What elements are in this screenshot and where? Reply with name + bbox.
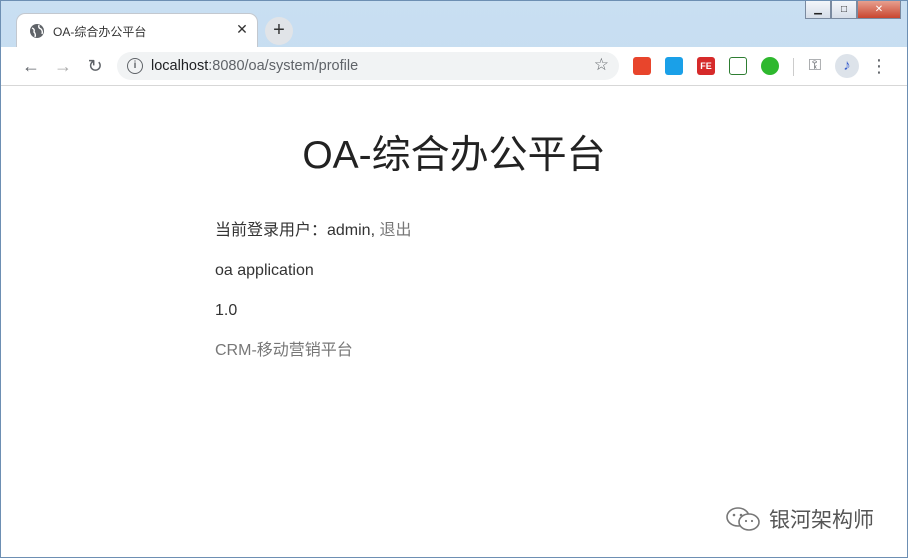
watermark: 银河架构师 xyxy=(725,504,874,534)
fe-extension-icon[interactable]: FE xyxy=(697,57,715,75)
new-tab-button[interactable]: + xyxy=(265,17,293,45)
crm-link[interactable]: CRM-移动营销平台 xyxy=(215,342,353,359)
crm-link-line: CRM-移动营销平台 xyxy=(215,340,412,380)
profile-content: 当前登录用户：admin, 退出 oa application 1.0 CRM-… xyxy=(215,220,412,380)
app-name: oa application xyxy=(215,262,314,279)
tab-title: OA-综合办公平台 xyxy=(53,25,147,39)
page-title: OA-综合办公平台 xyxy=(302,134,606,177)
address-bar[interactable]: i localhost:8080/oa/system/profile ☆ xyxy=(117,52,619,80)
tab-strip: OA-综合办公平台 ✕ + ▁ □ ✕ xyxy=(1,1,907,47)
profile-avatar-icon[interactable]: ♪ xyxy=(835,54,859,78)
current-user-line: 当前登录用户：admin, 退出 xyxy=(215,220,412,260)
close-tab-icon[interactable]: ✕ xyxy=(233,20,251,38)
back-button[interactable]: ← xyxy=(19,54,43,78)
menu-icon[interactable]: ⋮ xyxy=(867,54,891,78)
logout-link[interactable]: 退出 xyxy=(379,222,411,239)
key-icon[interactable]: ⚿ xyxy=(803,54,827,78)
globe-icon xyxy=(30,24,44,38)
graph-extension-icon[interactable] xyxy=(729,57,747,75)
mixer-extension-icon[interactable] xyxy=(665,57,683,75)
current-user-label: 当前登录用户：admin, xyxy=(215,222,376,239)
tab-active[interactable]: OA-综合办公平台 ✕ xyxy=(17,14,257,47)
check-extension-icon[interactable] xyxy=(761,57,779,75)
dice-extension-icon[interactable] xyxy=(633,57,651,75)
wechat-icon xyxy=(726,507,760,531)
browser-window: OA-综合办公平台 ✕ + ▁ □ ✕ ← → ↻ i localhost:80… xyxy=(0,0,908,558)
forward-button[interactable]: → xyxy=(51,54,75,78)
toolbar-divider xyxy=(793,58,794,76)
info-icon[interactable]: i xyxy=(127,58,143,74)
close-window-button[interactable]: ✕ xyxy=(857,1,901,19)
bookmark-star-icon[interactable]: ☆ xyxy=(594,55,609,75)
reload-button[interactable]: ↻ xyxy=(83,54,107,78)
app-version: 1.0 xyxy=(215,302,238,319)
watermark-text: 银河架构师 xyxy=(769,509,874,532)
page-viewport: OA-综合办公平台 当前登录用户：admin, 退出 oa applicatio… xyxy=(1,86,907,557)
maximize-button[interactable]: □ xyxy=(831,1,857,19)
browser-toolbar: ← → ↻ i localhost:8080/oa/system/profile… xyxy=(1,47,907,86)
minimize-button[interactable]: ▁ xyxy=(805,1,831,19)
url-text[interactable]: localhost:8080/oa/system/profile xyxy=(151,58,358,74)
window-controls: ▁ □ ✕ xyxy=(805,1,901,19)
url-host: localhost xyxy=(151,58,209,74)
url-path: :8080/oa/system/profile xyxy=(208,58,359,74)
